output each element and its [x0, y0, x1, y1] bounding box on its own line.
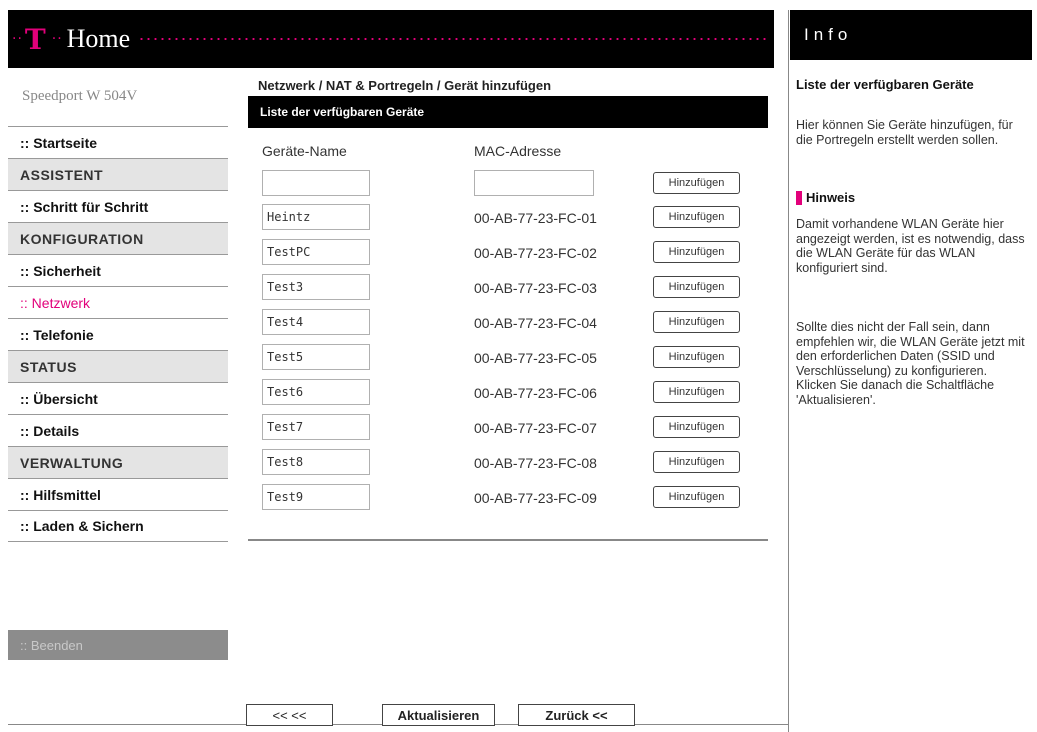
mac-address: 00-AB-77-23-FC-06 — [474, 385, 597, 401]
hinweis-heading: Hinweis — [796, 190, 855, 205]
magenta-marker-icon — [796, 190, 802, 205]
device-name-input[interactable] — [262, 239, 370, 265]
add-button[interactable]: Hinzufügen — [653, 206, 740, 228]
dots-decoration: ·· — [12, 31, 23, 47]
back-button[interactable]: << << — [246, 704, 333, 726]
table-row: 00-AB-77-23-FC-02 Hinzufügen — [0, 239, 780, 273]
info-text: Hier können Sie Geräte hinzufügen, für d… — [796, 118, 1013, 147]
add-button[interactable]: Hinzufügen — [653, 416, 740, 438]
column-header-name: Geräte-Name — [262, 143, 347, 159]
table-row: 00-AB-77-23-FC-05 Hinzufügen — [0, 344, 780, 378]
column-header-mac: MAC-Adresse — [474, 143, 562, 159]
update-button[interactable]: Aktualisieren — [382, 704, 495, 726]
mac-address: 00-AB-77-23-FC-02 — [474, 245, 597, 261]
add-button[interactable]: Hinzufügen — [653, 451, 740, 473]
mac-address: 00-AB-77-23-FC-09 — [474, 490, 597, 506]
table-row: 00-AB-77-23-FC-06 Hinzufügen — [0, 379, 780, 413]
device-name-input[interactable] — [262, 274, 370, 300]
device-name-input[interactable] — [262, 204, 370, 230]
hinweis-text-2: Sollte dies nicht der Fall sein, dann em… — [796, 320, 1025, 407]
telekom-logo[interactable]: T — [25, 23, 46, 56]
column-divider — [788, 10, 789, 732]
table-row: 00-AB-77-23-FC-03 Hinzufügen — [0, 274, 780, 308]
table-row: 00-AB-77-23-FC-07 Hinzufügen — [0, 414, 780, 448]
table-row: 00-AB-77-23-FC-08 Hinzufügen — [0, 449, 780, 483]
add-button[interactable]: Hinzufügen — [653, 311, 740, 333]
hinweis-text: Damit vorhandene WLAN Geräte hier angeze… — [796, 217, 1025, 275]
device-name-input[interactable] — [262, 309, 370, 335]
info-title: Liste der verfügbaren Geräte — [796, 77, 974, 92]
add-button[interactable]: Hinzufügen — [653, 381, 740, 403]
mac-address: 00-AB-77-23-FC-03 — [474, 280, 597, 296]
device-name-input[interactable] — [262, 379, 370, 405]
hinweis-title: Hinweis — [806, 190, 856, 205]
add-button[interactable]: Hinzufügen — [653, 276, 740, 298]
dotted-line-decoration — [138, 38, 768, 40]
dots-decoration: ·· — [51, 31, 63, 47]
table-row: 00-AB-77-23-FC-01 Hinzufügen — [0, 204, 780, 238]
info-header: Info — [790, 10, 1032, 60]
mac-address: 00-AB-77-23-FC-08 — [474, 455, 597, 471]
mac-address: 00-AB-77-23-FC-04 — [474, 315, 597, 331]
logout-button[interactable]: :: Beenden — [8, 630, 228, 660]
device-name-input[interactable] — [262, 414, 370, 440]
breadcrumb: Netzwerk / NAT & Portregeln / Gerät hinz… — [258, 78, 552, 93]
new-device-row: Hinzufügen — [0, 170, 780, 204]
device-name-input[interactable] — [262, 484, 370, 510]
page-title: Home — [66, 24, 131, 53]
device-model: Speedport W 504V — [22, 88, 138, 104]
mac-address: 00-AB-77-23-FC-01 — [474, 210, 597, 226]
add-button[interactable]: Hinzufügen — [653, 241, 740, 263]
table-row: 00-AB-77-23-FC-09 Hinzufügen — [0, 484, 780, 518]
add-button[interactable]: Hinzufügen — [653, 346, 740, 368]
add-button[interactable]: Hinzufügen — [653, 172, 740, 194]
device-name-input[interactable] — [262, 344, 370, 370]
top-header-bar: ·· T ·· Home — [8, 10, 774, 68]
zurueck-button[interactable]: Zurück << — [518, 704, 635, 726]
content-divider — [248, 539, 768, 541]
section-header: Liste der verfügbaren Geräte — [248, 96, 768, 128]
sidebar-item-startseite[interactable]: :: Startseite — [8, 126, 228, 158]
mac-address: 00-AB-77-23-FC-07 — [474, 420, 597, 436]
new-device-mac-input[interactable] — [474, 170, 594, 196]
table-row: 00-AB-77-23-FC-04 Hinzufügen — [0, 309, 780, 343]
mac-address: 00-AB-77-23-FC-05 — [474, 350, 597, 366]
new-device-name-input[interactable] — [262, 170, 370, 196]
device-name-input[interactable] — [262, 449, 370, 475]
add-button[interactable]: Hinzufügen — [653, 486, 740, 508]
